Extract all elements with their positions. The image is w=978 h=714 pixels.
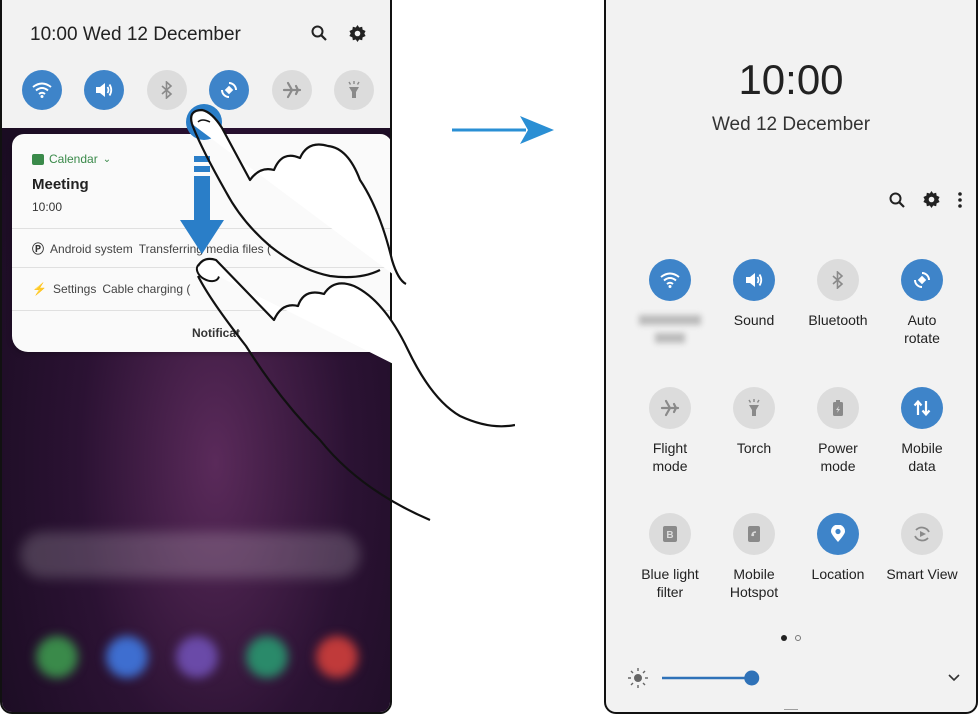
app-icon (176, 636, 218, 678)
row-app-name: Android system (50, 241, 133, 256)
wifi-toggle[interactable] (22, 70, 62, 110)
tile-mobile-hotspot[interactable]: Mobile Hotspot (708, 513, 800, 601)
flight-mode-icon (649, 387, 691, 429)
tile-flight-mode[interactable]: Flight mode (624, 387, 716, 475)
svg-text:B: B (666, 530, 673, 541)
smart-view-icon (901, 513, 943, 555)
tile-auto-rotate[interactable]: Auto rotate (876, 259, 968, 347)
tile-label: Flight mode (652, 440, 688, 474)
brightness-control[interactable] (626, 666, 966, 690)
hand-gesture-illustration (186, 104, 515, 522)
app-icon (246, 636, 288, 678)
row-app-name: Settings (52, 282, 97, 296)
tile-label: Torch (736, 440, 772, 456)
hotspot-icon (733, 513, 775, 555)
wifi-icon (649, 259, 691, 301)
lightning-icon: ⚡ (32, 282, 47, 296)
tile-label: Blue light filter (641, 566, 699, 600)
wifi-icon (32, 82, 52, 98)
transition-arrow (452, 116, 554, 144)
page-dot (795, 635, 801, 641)
more-icon[interactable] (958, 191, 962, 208)
tile-torch[interactable]: Torch (708, 387, 800, 457)
torch-icon (733, 387, 775, 429)
search-icon[interactable] (889, 192, 905, 208)
tile-mobile-data[interactable]: Mobile data (876, 387, 968, 475)
calendar-icon (32, 153, 44, 165)
notification-app-name: Calendar (49, 152, 98, 166)
blue-light-filter-icon: B (649, 513, 691, 555)
gear-icon[interactable] (923, 191, 940, 208)
mobile-data-icon (901, 387, 943, 429)
panel-top-icons (889, 191, 962, 208)
tile-label: Mobile Hotspot (729, 566, 779, 600)
status-time-date: 10:00 Wed 12 December (30, 24, 241, 45)
search-icon[interactable] (308, 22, 330, 44)
upper-hand (190, 108, 407, 285)
chevron-down-icon[interactable] (948, 674, 960, 682)
tile-bluetooth[interactable]: Bluetooth (792, 259, 884, 329)
blurred-app-dock (22, 636, 372, 696)
sound-icon (96, 83, 113, 97)
tile-label: Auto rotate (904, 312, 940, 346)
page-indicator[interactable] (606, 635, 976, 641)
tile-label: Mobile data (901, 440, 943, 474)
lower-hand (197, 257, 515, 428)
tile-label: Bluetooth (808, 312, 868, 328)
tile-label-blurred (624, 311, 716, 347)
tile-location[interactable]: Location (792, 513, 884, 583)
android-system-icon: Ⓟ (32, 242, 45, 256)
auto-rotate-icon (901, 259, 943, 301)
tile-label: Sound (733, 312, 775, 328)
tile-power-mode[interactable]: Power mode (792, 387, 884, 475)
sun-icon (628, 668, 648, 688)
notification-row-settings[interactable]: ⚡ Settings Cable charging ( (32, 282, 190, 296)
blurred-search-bar (20, 532, 360, 578)
notification-time: 10:00 (32, 200, 63, 214)
tile-sound[interactable]: Sound (708, 259, 800, 329)
gear-icon[interactable] (346, 22, 368, 44)
tile-blue-light-filter[interactable]: B Blue light filter (624, 513, 716, 601)
notification-app-header: Calendar ⌄ (32, 152, 111, 166)
sound-toggle[interactable] (84, 70, 125, 110)
app-icon (36, 636, 78, 678)
torch-icon (348, 81, 360, 98)
auto-rotate-icon (221, 82, 238, 98)
brightness-thumb[interactable] (744, 670, 760, 686)
tile-label: Power mode (818, 440, 858, 474)
tile-label: Smart View (886, 566, 958, 582)
right-phone-screen: 10:00 Wed 12 December Sound Bluetooth Au… (604, 0, 978, 714)
brightness-slider[interactable] (626, 666, 966, 690)
app-icon (106, 636, 148, 678)
power-mode-icon (817, 387, 859, 429)
sound-icon (733, 259, 775, 301)
panel-top-icons (308, 22, 368, 44)
app-icon (316, 636, 358, 678)
location-icon (817, 513, 859, 555)
clock: 10:00 (738, 56, 844, 103)
tile-smart-view[interactable]: Smart View (876, 513, 968, 583)
page-dot-active (781, 635, 787, 641)
tile-label: Location (811, 566, 865, 582)
bluetooth-icon (817, 259, 859, 301)
tile-wifi[interactable] (624, 259, 716, 347)
panel-handle[interactable]: — (606, 701, 976, 712)
chevron-down-icon[interactable]: ⌄ (103, 154, 111, 165)
notification-title: Meeting (32, 176, 89, 193)
bluetooth-icon (161, 81, 172, 99)
date: Wed 12 December (711, 114, 871, 135)
flight-mode-icon (282, 81, 301, 99)
